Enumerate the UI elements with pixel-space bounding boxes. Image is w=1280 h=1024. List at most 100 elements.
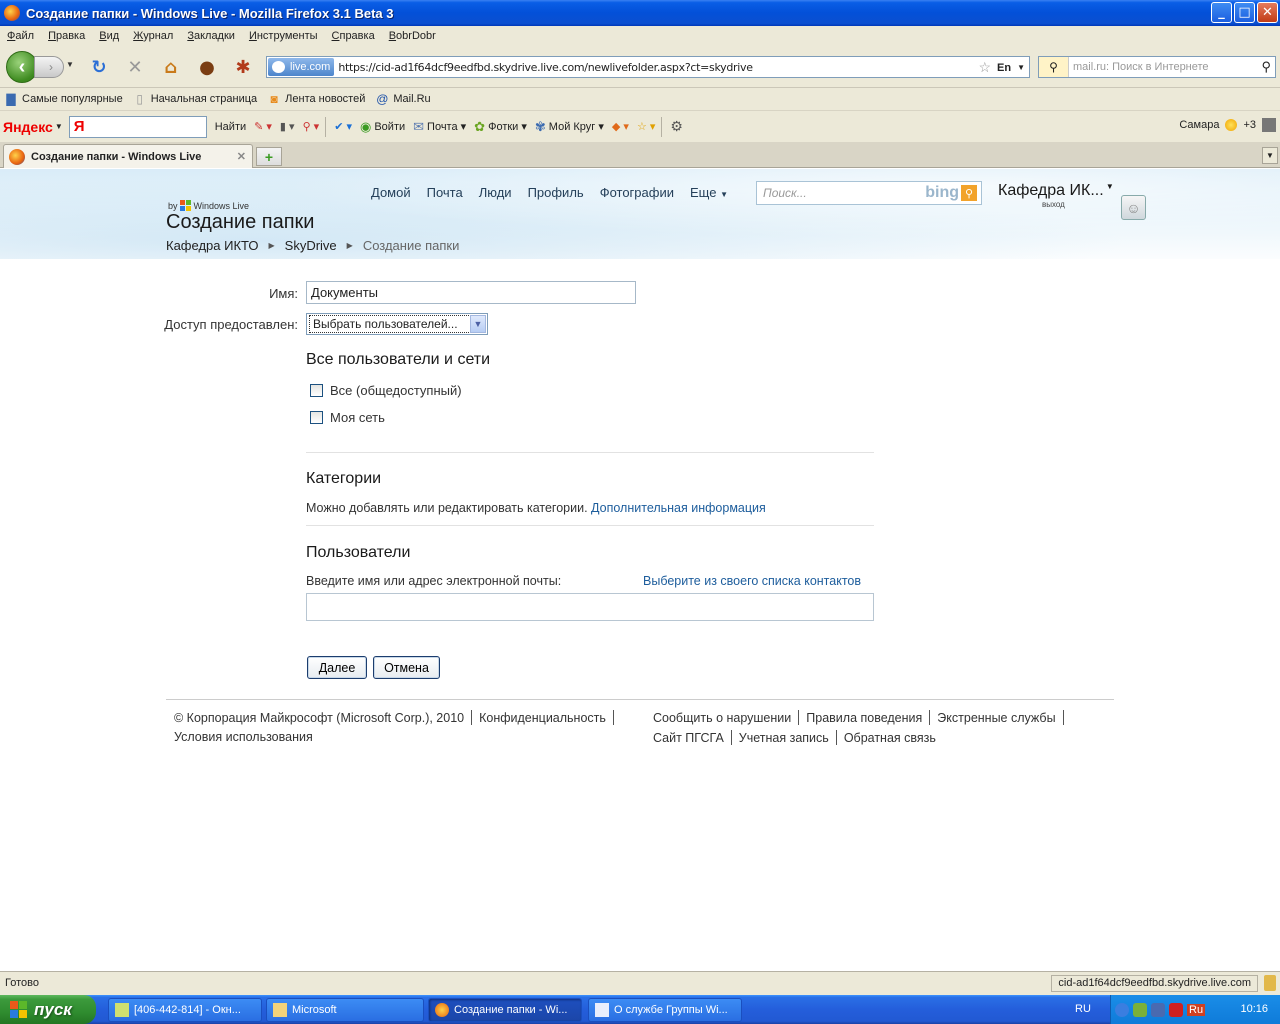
url-text[interactable]: https://cid-ad1f64dcf9eedfbd.skydrive.li… [338,61,753,74]
reload-icon[interactable]: ↻ [88,56,110,78]
checkbox-public[interactable] [310,384,323,397]
taskbar-item-window[interactable]: [406-442-814] - Окн... [108,998,262,1022]
yandex-logo[interactable]: Яндекс [3,119,53,135]
yandex-favorites-icon[interactable]: ☆ ▾ [637,120,655,133]
paw-icon[interactable]: ✱ [232,56,254,78]
history-dropdown-icon[interactable]: ▼ [66,60,74,69]
yandex-login-item[interactable]: ◉ Войти [360,119,405,135]
close-button[interactable]: ✕ [1257,2,1278,23]
menu-view[interactable]: Вид [92,30,126,42]
taskbar-item-firefox[interactable]: Создание папки - Wi... [428,998,582,1022]
choose-contacts-link[interactable]: Выберите из своего списка контактов [643,574,861,588]
privacy-link[interactable]: Конфиденциальность [479,711,606,725]
yandex-stats-icon[interactable]: ▮ ▾ [280,120,295,133]
nav-photos[interactable]: Фотографии [600,185,674,200]
user-name[interactable]: Кафедра ИК... ▼ [998,182,1114,200]
search-box[interactable]: ⚲ mail.ru: Поиск в Интернете ⚲ [1038,56,1276,78]
yandex-find-button[interactable]: Найти [215,121,246,133]
weather-city[interactable]: Самара [1179,119,1219,131]
cancel-button[interactable]: Отмена [373,656,440,679]
tab-close-icon[interactable]: ✕ [237,150,246,163]
next-button[interactable]: Далее [307,656,367,679]
chevron-down-icon[interactable]: ▼ [470,315,486,333]
address-bar[interactable]: live.com https://cid-ad1f64dcf9eedfbd.sk… [266,56,1030,78]
checkbox-public-row[interactable]: Все (общедоступный) [310,383,462,398]
tray-app-icon[interactable] [1133,1002,1147,1017]
bookmark-start-page[interactable]: ▯ Начальная страница [133,92,257,106]
nav-mail[interactable]: Почта [427,185,463,200]
bookmark-news-feed[interactable]: ◙ Лента новостей [267,92,366,106]
menu-history[interactable]: Журнал [126,30,180,42]
yandex-dropdown-icon[interactable]: ▼ [55,122,63,131]
nav-people[interactable]: Люди [479,185,512,200]
access-select[interactable]: Выбрать пользователей... ▼ [306,313,488,335]
start-button[interactable]: пуск [0,995,96,1024]
tray-antivirus-icon[interactable] [1169,1002,1183,1017]
weather-temp[interactable]: +3 [1243,119,1256,131]
yandex-menu-icon[interactable] [1262,118,1276,132]
yandex-search-input[interactable]: Я [68,115,207,138]
status-host[interactable]: cid-ad1f64dcf9eedfbd.skydrive.live.com [1051,975,1258,992]
yandex-search-icon[interactable]: ⚲ ▾ [303,120,320,133]
folder-name-input[interactable]: Документы [306,281,636,304]
nav-more[interactable]: Еще ▼ [690,185,728,200]
tab-create-folder[interactable]: Создание папки - Windows Live ✕ [3,144,253,168]
feedback-link[interactable]: Обратная связь [844,731,936,745]
lock-icon[interactable] [1264,975,1276,991]
home-icon[interactable]: ⌂ [160,56,182,78]
code-of-conduct-link[interactable]: Правила поведения [806,711,922,725]
sign-out-link[interactable]: выход [1042,200,1065,209]
checkbox-public-label[interactable]: Все (общедоступный) [330,383,462,398]
categories-more-info-link[interactable]: Дополнительная информация [591,501,766,515]
search-go-icon[interactable]: ⚲ [961,185,977,201]
avatar[interactable]: ☺ [1121,195,1146,220]
menu-bobrdobr[interactable]: BobrDobr [382,30,443,42]
breadcrumb-user[interactable]: Кафедра ИКТО [166,238,259,253]
checkbox-network-label[interactable]: Моя сеть [330,410,385,425]
emergency-services-link[interactable]: Экстренные службы [937,711,1055,725]
stop-icon[interactable]: ✕ [124,56,146,78]
maximize-button[interactable]: □ [1234,2,1255,23]
account-link[interactable]: Учетная запись [739,731,829,745]
yandex-mail-item[interactable]: ✉ Почта ▾ [413,119,466,135]
input-language[interactable]: RU [1075,1003,1091,1015]
yandex-photos-item[interactable]: ✿ Фотки ▾ [474,119,527,135]
yandex-moykrug-item[interactable]: ✾ Мой Круг ▾ [535,119,604,135]
menu-file[interactable]: Файл [0,30,41,42]
minimize-button[interactable]: _ [1211,2,1232,23]
menu-bookmarks[interactable]: Закладки [180,30,242,42]
site-identity-badge[interactable]: live.com [268,58,335,76]
tray-language[interactable]: Ru [1187,1003,1206,1016]
new-tab-button[interactable]: + [256,147,282,166]
url-dropdown-icon[interactable]: ▼ [1017,63,1025,72]
menu-tools[interactable]: Инструменты [242,30,325,42]
forward-button[interactable]: › [34,56,64,78]
yandex-tools-icon[interactable]: ✎ ▾ [254,120,272,133]
nav-profile[interactable]: Профиль [528,185,584,200]
checkbox-network[interactable] [310,411,323,424]
search-engine-icon[interactable]: ⚲ [1039,57,1069,77]
settings-gear-icon[interactable]: ⚙ [670,118,683,135]
wl-search-box[interactable]: Поиск... bing ⚲ [756,181,982,205]
clock[interactable]: 10:16 [1240,1003,1268,1015]
menu-help[interactable]: Справка [325,30,382,42]
site-pgsga-link[interactable]: Сайт ПГСГА [653,731,724,745]
search-icon[interactable]: ⚲ [1261,59,1271,75]
menu-edit[interactable]: Правка [41,30,92,42]
report-abuse-link[interactable]: Сообщить о нарушении [653,711,791,725]
users-input[interactable] [306,593,874,621]
bookmark-mail-ru[interactable]: @ Mail.Ru [375,92,430,106]
spellcheck-icon[interactable]: ✔ ▾ [334,120,352,133]
tab-list-dropdown-icon[interactable]: ▼ [1262,147,1278,164]
bobr-icon[interactable]: ● [196,56,218,78]
nav-home[interactable]: Домой [371,185,411,200]
terms-link[interactable]: Условия использования [174,730,313,744]
taskbar-item-microsoft[interactable]: Microsoft [266,998,424,1022]
bookmark-most-visited[interactable]: ▇ Самые популярные [4,92,122,106]
bookmark-star-icon[interactable]: ☆ [978,59,991,76]
taskbar-item-word[interactable]: О службе Группы Wi... [588,998,742,1022]
yandex-bar-icon[interactable]: ◆ ▾ [612,120,629,133]
tray-network-icon[interactable] [1151,1002,1165,1017]
tray-expand-icon[interactable] [1115,1002,1129,1017]
checkbox-network-row[interactable]: Моя сеть [310,410,385,425]
